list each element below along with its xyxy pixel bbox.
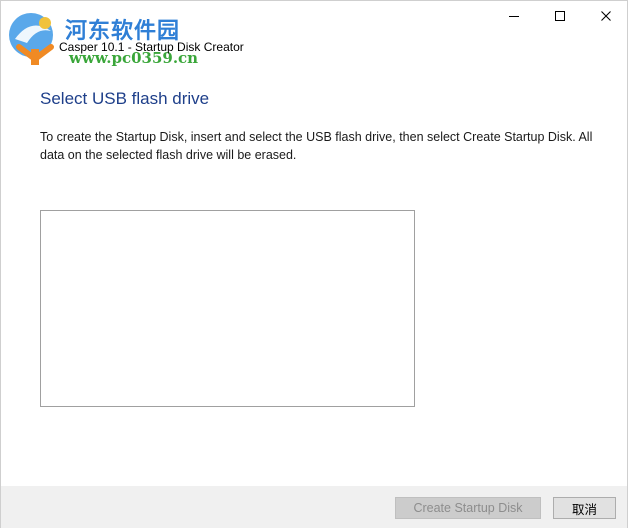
usb-drive-list[interactable] bbox=[40, 210, 415, 407]
maximize-button[interactable] bbox=[537, 1, 583, 31]
close-button[interactable] bbox=[583, 1, 628, 31]
app-window: 河东软件园 www.pc0359.cn Casper 10.1 - Startu… bbox=[0, 0, 628, 528]
close-icon bbox=[601, 11, 611, 21]
window-title: Casper 10.1 - Startup Disk Creator bbox=[59, 40, 244, 54]
maximize-icon bbox=[555, 11, 565, 21]
page-heading: Select USB flash drive bbox=[40, 89, 210, 108]
page-description: To create the Startup Disk, insert and s… bbox=[40, 130, 593, 162]
minimize-icon bbox=[509, 16, 519, 17]
create-startup-disk-button[interactable]: Create Startup Disk bbox=[395, 497, 541, 519]
watermark: 河东软件园 www.pc0359.cn bbox=[5, 9, 215, 69]
minimize-button[interactable] bbox=[491, 1, 537, 31]
cancel-button[interactable]: 取消 bbox=[553, 497, 616, 519]
footer-bar: Create Startup Disk 取消 bbox=[1, 486, 627, 528]
watermark-logo-icon bbox=[9, 13, 54, 65]
